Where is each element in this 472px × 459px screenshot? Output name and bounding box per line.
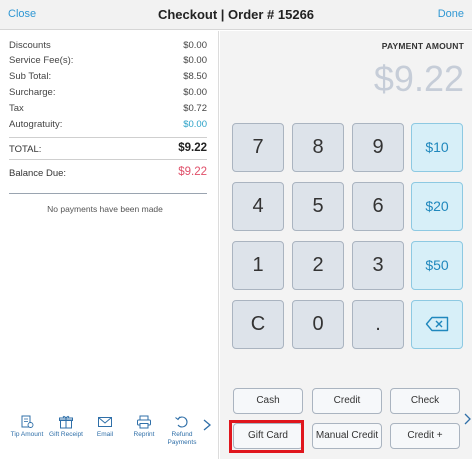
- summary-value: $8.50: [183, 71, 207, 82]
- summary-row-discounts: Discounts $0.00: [9, 40, 207, 54]
- summary-value: $0.72: [183, 103, 207, 114]
- check-button[interactable]: Check: [390, 388, 460, 414]
- keypad-key-2[interactable]: 2: [292, 241, 344, 290]
- summary-label: Service Fee(s):: [9, 55, 74, 66]
- email-label: Email: [96, 431, 114, 438]
- summary-label: Sub Total:: [9, 71, 52, 82]
- gift-card-button[interactable]: Gift Card: [233, 423, 303, 449]
- top-bar: Close Checkout | Order # 15266 Done: [0, 0, 472, 30]
- summary-row-service-fees: Service Fee(s): $0.00: [9, 55, 207, 69]
- tip-amount-label: Tip Amount: [10, 431, 44, 438]
- divider: [9, 159, 207, 160]
- keypad-key-3[interactable]: 3: [352, 241, 404, 290]
- cash-button[interactable]: Cash: [233, 388, 303, 414]
- gift-receipt-button[interactable]: Gift Receipt: [47, 415, 85, 455]
- no-payments-message: No payments have been made: [47, 204, 163, 214]
- reprint-button[interactable]: Reprint: [125, 415, 163, 455]
- receipt-icon: [21, 415, 34, 428]
- keypad-key-7[interactable]: 7: [232, 123, 284, 172]
- gift-receipt-label: Gift Receipt: [49, 431, 83, 438]
- keypad-key-8[interactable]: 8: [292, 123, 344, 172]
- order-summary-panel: Discounts $0.00 Service Fee(s): $0.00 Su…: [0, 31, 219, 459]
- quick-amount-50[interactable]: $50: [411, 241, 463, 290]
- summary-label: Tax: [9, 103, 24, 114]
- summary-row-autogratuity[interactable]: Autogratuity: $0.00: [9, 119, 207, 133]
- balance-label: Balance Due:: [9, 168, 67, 179]
- keypad-key-9[interactable]: 9: [352, 123, 404, 172]
- summary-label: Discounts: [9, 40, 51, 51]
- quick-amount-20[interactable]: $20: [411, 182, 463, 231]
- done-button[interactable]: Done: [438, 8, 464, 20]
- keypad-key-decimal[interactable]: .: [352, 300, 404, 349]
- summary-row-tax: Tax $0.72: [9, 103, 207, 117]
- divider: [9, 193, 207, 194]
- manual-credit-button[interactable]: Manual Credit: [312, 423, 382, 449]
- reprint-label: Reprint: [133, 431, 155, 438]
- credit-plus-button[interactable]: Credit +: [390, 423, 460, 449]
- page-title: Checkout | Order # 15266: [157, 7, 315, 22]
- summary-label: Autogratuity:: [9, 119, 63, 130]
- chevron-right-icon[interactable]: [463, 412, 472, 426]
- envelope-icon: [98, 417, 112, 427]
- keypad-key-6[interactable]: 6: [352, 182, 404, 231]
- chevron-right-icon[interactable]: [201, 418, 213, 432]
- balance-value: $9.22: [178, 166, 207, 178]
- backspace-button[interactable]: [411, 300, 463, 349]
- total-value: $9.22: [178, 142, 207, 154]
- refund-icon: [175, 416, 188, 428]
- autogratuity-value[interactable]: $0.00: [183, 119, 207, 130]
- payment-panel: PAYMENT AMOUNT $9.22 7 8 9 $10 4 5 6 $20…: [220, 31, 472, 459]
- summary-value: $0.00: [183, 40, 207, 51]
- tip-amount-button[interactable]: Tip Amount: [8, 415, 46, 455]
- keypad-key-4[interactable]: 4: [232, 182, 284, 231]
- keypad-key-1[interactable]: 1: [232, 241, 284, 290]
- summary-row-surcharge: Surcharge: $0.00: [9, 87, 207, 101]
- total-label: TOTAL:: [9, 144, 42, 155]
- summary-row-subtotal: Sub Total: $8.50: [9, 71, 207, 85]
- refund-payments-button[interactable]: Refund Payments: [163, 415, 201, 455]
- payment-amount-display[interactable]: $9.22: [374, 58, 464, 100]
- summary-label: Surcharge:: [9, 87, 56, 98]
- printer-icon: [137, 415, 151, 429]
- quick-amount-10[interactable]: $10: [411, 123, 463, 172]
- email-button[interactable]: Email: [86, 415, 124, 455]
- payment-amount-label: PAYMENT AMOUNT: [381, 41, 464, 51]
- total-row: TOTAL: $9.22: [9, 141, 207, 157]
- balance-row: Balance Due: $9.22: [9, 165, 207, 181]
- backspace-icon: [425, 316, 449, 332]
- gift-icon: [59, 415, 73, 429]
- keypad-key-clear[interactable]: C: [232, 300, 284, 349]
- refund-payments-label: Refund Payments: [167, 431, 197, 446]
- credit-button[interactable]: Credit: [312, 388, 382, 414]
- divider: [9, 137, 207, 138]
- keypad-key-0[interactable]: 0: [292, 300, 344, 349]
- summary-value: $0.00: [183, 87, 207, 98]
- keypad-key-5[interactable]: 5: [292, 182, 344, 231]
- summary-value: $0.00: [183, 55, 207, 66]
- tool-bar: Tip Amount Gift Receipt Email Reprint Re…: [0, 415, 218, 455]
